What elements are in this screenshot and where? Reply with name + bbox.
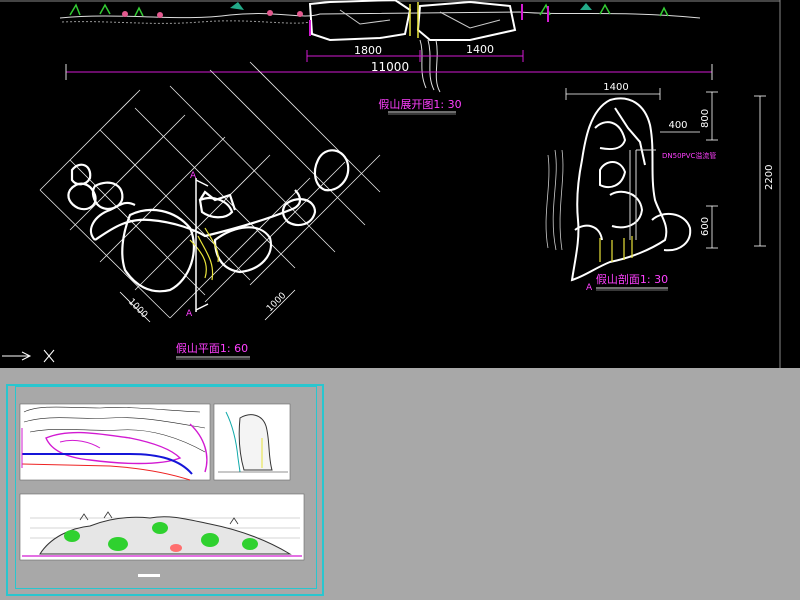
plan-section-mark-bottom: A xyxy=(186,309,193,319)
cad-drawing-area[interactable]: 1800 1400 11000 假山展开图1: 30 A A 1000 1000… xyxy=(0,0,800,368)
layout-preview-panel[interactable] xyxy=(0,368,800,600)
cad-canvas: 1800 1400 11000 假山展开图1: 30 A A 1000 1000… xyxy=(0,0,781,368)
elevation-dim-left: 1800 xyxy=(354,44,382,57)
thumb-section-viewport xyxy=(213,403,291,481)
section-waterfall xyxy=(545,149,564,251)
plan-title: 假山平面1: 60 xyxy=(176,341,248,355)
plan-dim-right: 1000 xyxy=(265,291,288,314)
plan-rockery xyxy=(67,149,350,293)
section-dim-v3: 600 xyxy=(700,217,711,236)
plan-dim-left: 1000 xyxy=(126,297,149,320)
thumb-plan-viewport xyxy=(19,403,211,481)
section-dim-inner: 400 xyxy=(668,120,687,131)
plan-section-mark-top: A xyxy=(190,171,197,181)
ucs-icon xyxy=(2,349,55,363)
section-dim-top: 1400 xyxy=(603,82,628,93)
thumb-elevation-viewport xyxy=(19,493,305,577)
elevation-dim-total: 11000 xyxy=(371,60,409,74)
section-dim-v1: 800 xyxy=(700,109,711,128)
layout-thumbnail xyxy=(19,403,305,577)
section-note: DN50PVC溢流管 xyxy=(662,151,716,160)
section-title: 假山剖面1: 30 xyxy=(596,272,668,286)
elevation-title: 假山展开图1: 30 xyxy=(378,97,461,111)
section-dim-v2: 2200 xyxy=(764,165,775,190)
cad-screen: 1800 1400 11000 假山展开图1: 30 A A 1000 1000… xyxy=(0,0,800,600)
elevation-dim-right: 1400 xyxy=(466,43,494,56)
section-mark: A xyxy=(586,283,593,293)
